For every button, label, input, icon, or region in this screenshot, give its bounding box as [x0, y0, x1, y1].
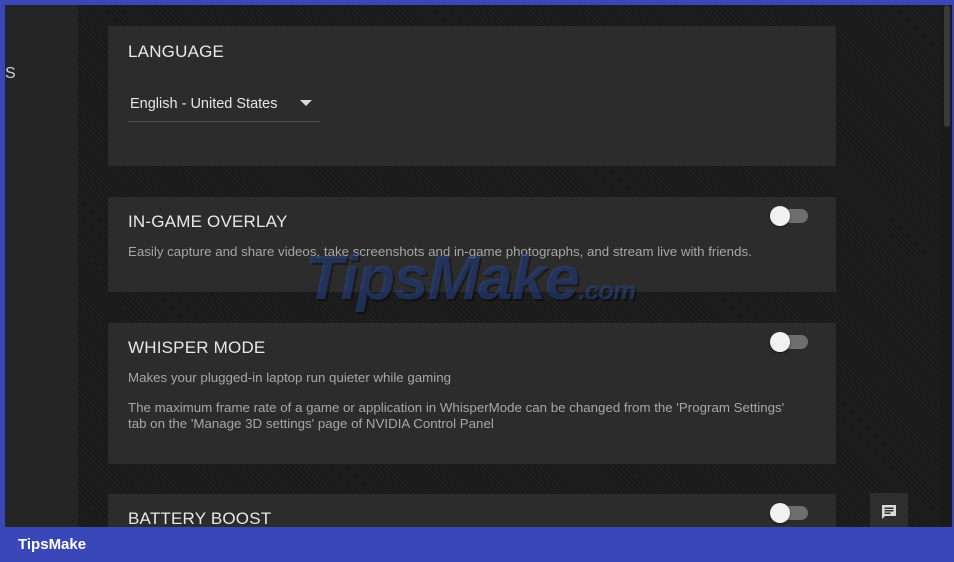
whisper-mode-title: WHISPER MODE — [128, 338, 266, 357]
language-title: LANGUAGE — [128, 42, 225, 61]
watermark-suffix: .com — [578, 275, 636, 305]
watermark-main: TipsMake — [305, 244, 579, 313]
chat-button[interactable] — [870, 493, 908, 527]
sidebar-item-label[interactable]: S — [5, 65, 16, 83]
watermark-logo: TipsMake.com — [305, 243, 636, 314]
chevron-down-icon — [300, 100, 312, 106]
in-game-overlay-toggle[interactable] — [770, 206, 808, 226]
toggle-knob — [770, 332, 790, 352]
whisper-mode-description: Makes your plugged-in laptop run quieter… — [128, 370, 452, 385]
whisper-mode-card: WHISPER MODE Makes your plugged-in lapto… — [108, 323, 836, 464]
battery-boost-title: BATTERY BOOST — [128, 509, 272, 527]
scrollbar[interactable] — [940, 5, 952, 527]
sidebar: S — [5, 5, 78, 527]
toggle-knob — [770, 503, 790, 523]
battery-boost-card: BATTERY BOOST — [108, 494, 836, 527]
whisper-mode-note-line2: tab on the 'Manage 3D settings' page of … — [128, 416, 494, 431]
language-card: LANGUAGE English - United States — [108, 26, 836, 166]
toggle-knob — [770, 206, 790, 226]
scrollbar-thumb[interactable] — [944, 5, 950, 127]
language-selected-value: English - United States — [130, 96, 278, 112]
footer-bar: TipsMake — [0, 527, 954, 562]
chat-icon — [882, 505, 896, 519]
battery-boost-toggle[interactable] — [770, 503, 808, 523]
whisper-mode-toggle[interactable] — [770, 332, 808, 352]
language-dropdown[interactable]: English - United States — [128, 92, 320, 122]
footer-brand: TipsMake — [18, 536, 87, 553]
in-game-overlay-title: IN-GAME OVERLAY — [128, 212, 288, 231]
whisper-mode-note-line1: The maximum frame rate of a game or appl… — [128, 400, 785, 415]
app-window: S LANGUAGE English - United States IN-GA… — [5, 5, 952, 527]
